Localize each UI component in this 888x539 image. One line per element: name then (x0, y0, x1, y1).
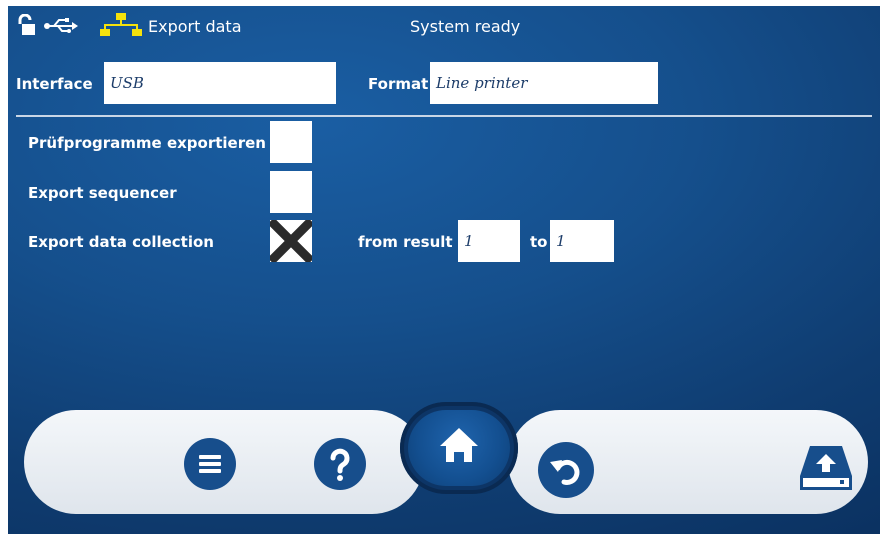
back-icon (550, 459, 580, 485)
option-label-sequencer: Export sequencer (28, 184, 177, 202)
export-drive-icon (800, 446, 852, 490)
from-result-field[interactable]: 1 (458, 220, 520, 262)
lock-open-icon (16, 14, 36, 36)
checkbox-export-programs[interactable] (270, 121, 312, 163)
menu-icon (199, 455, 221, 473)
format-field[interactable]: Line printer (430, 62, 658, 104)
check-x-icon (270, 220, 312, 262)
option-label-programs: Prüfprogramme exportieren (28, 134, 266, 152)
screen: Export data System ready Interface USB F… (8, 6, 880, 534)
interface-label: Interface (16, 75, 93, 93)
back-button[interactable] (538, 442, 594, 498)
page-title: Export data (148, 17, 242, 36)
menu-button[interactable] (184, 438, 236, 490)
top-bar: Export data System ready (8, 6, 880, 46)
to-label: to (530, 233, 548, 251)
divider (16, 115, 872, 117)
format-label: Format (368, 75, 429, 93)
home-button[interactable] (408, 410, 510, 486)
home-icon (440, 428, 478, 462)
help-icon (330, 448, 350, 481)
option-label-data-collection: Export data collection (28, 233, 214, 251)
interface-field[interactable]: USB (104, 62, 336, 104)
checkbox-export-data-collection[interactable] (270, 220, 312, 262)
usb-icon (44, 18, 78, 34)
help-button[interactable] (314, 438, 366, 490)
network-icon (100, 13, 142, 37)
to-result-field[interactable]: 1 (550, 220, 614, 262)
status-text: System ready (410, 17, 521, 36)
from-result-label: from result (358, 233, 453, 251)
checkbox-export-sequencer[interactable] (270, 171, 312, 213)
export-drive-button[interactable] (796, 442, 856, 494)
